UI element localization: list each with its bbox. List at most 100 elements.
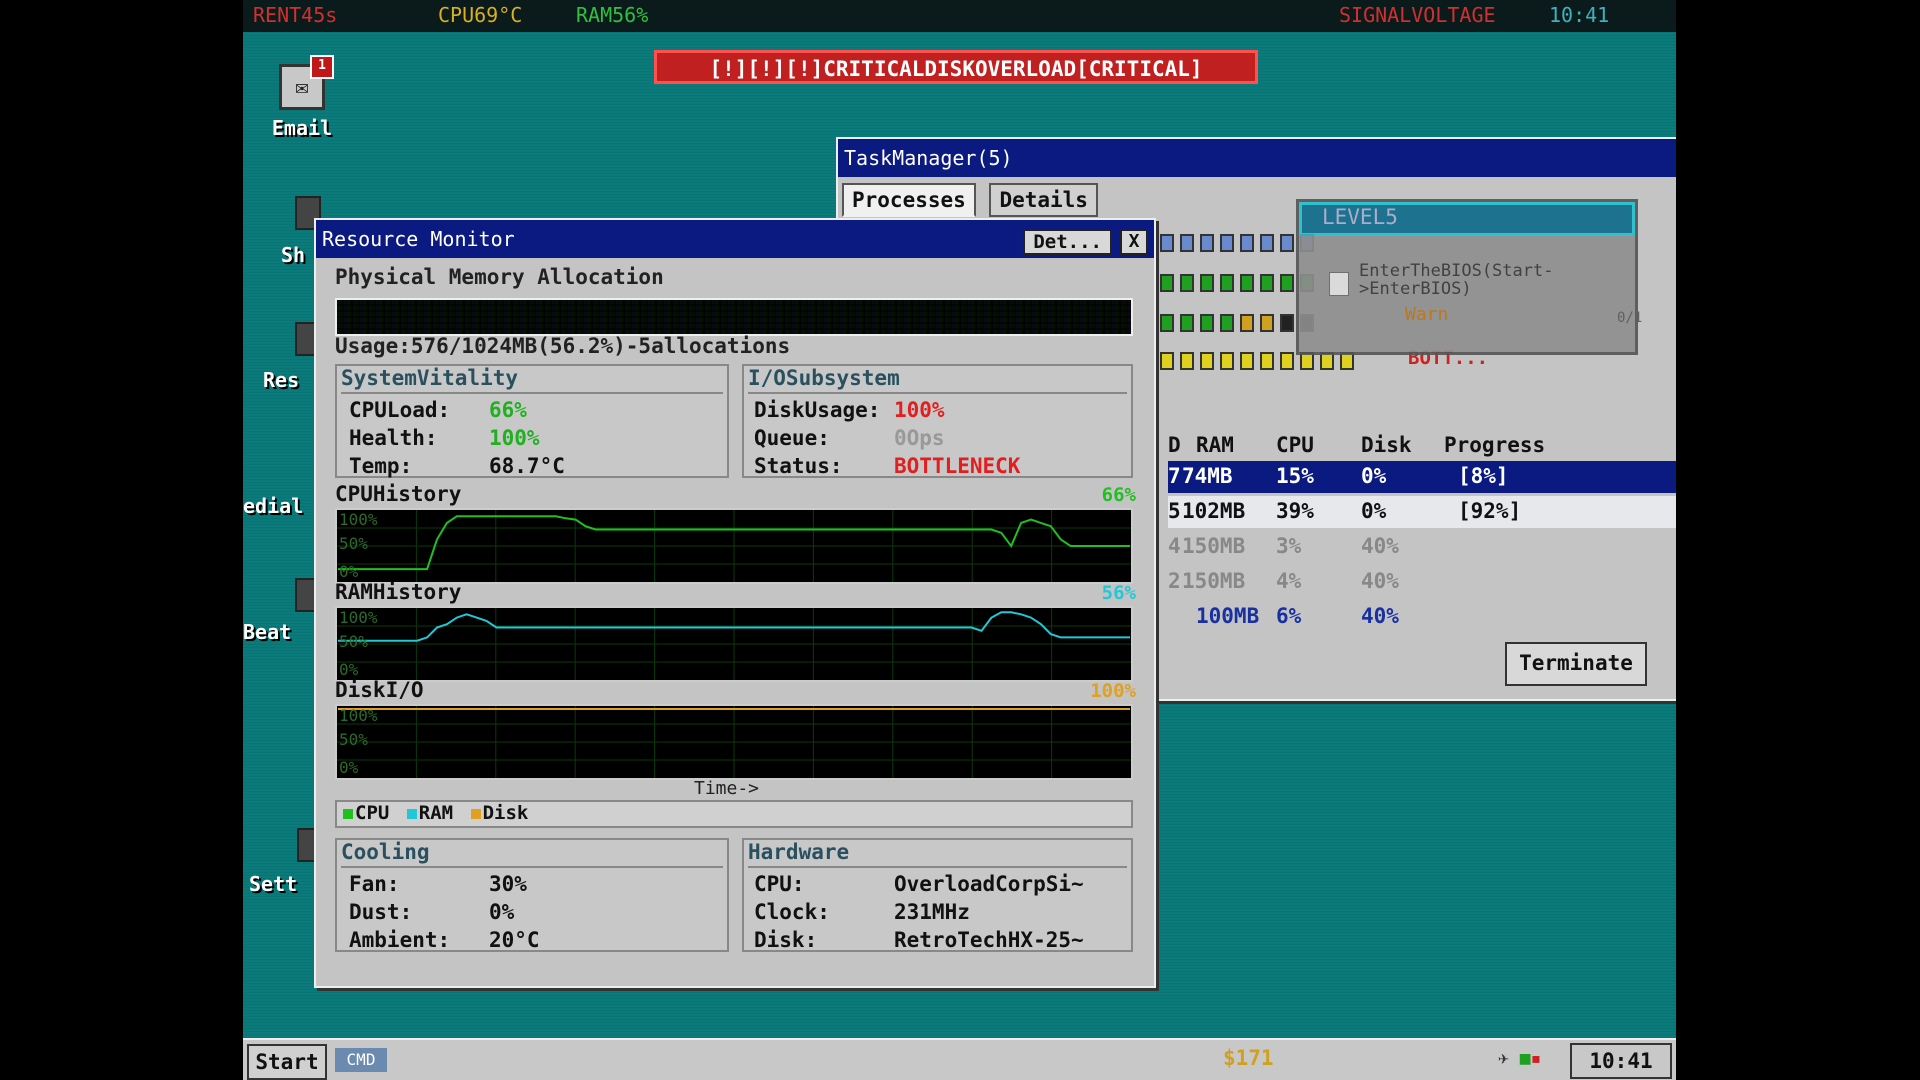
cmd-button[interactable]: CMD (335, 1048, 387, 1072)
taskbar-clock: 10:41 (1570, 1043, 1672, 1079)
cell-disk: 0% (1361, 464, 1387, 488)
cell-ram: 100MB (1196, 604, 1260, 628)
status-label: Status: (754, 454, 843, 478)
status-red-icon: ▪ (1530, 1048, 1542, 1069)
cell-cpu: 15% (1276, 464, 1314, 488)
axis-label: 0% (339, 758, 359, 777)
disk-usage-value: 100% (894, 398, 945, 422)
column-header[interactable]: Disk (1361, 433, 1412, 457)
details-button[interactable]: Det... (1023, 229, 1112, 255)
queue-value: 0Ops (894, 426, 945, 450)
disk-io-value: 100% (1090, 680, 1136, 702)
document-icon (1329, 272, 1349, 296)
tab-details[interactable]: Details (989, 183, 1098, 217)
panel-title: Cooling (341, 840, 430, 864)
cell-id: 2 (1168, 569, 1181, 593)
desktop: RENT45s CPU69°C RAM56% SIGNALVOLTAGE 10:… (243, 0, 1676, 1080)
column-header[interactable]: CPU (1276, 433, 1314, 457)
panel-title: I/OSubsystem (748, 366, 900, 390)
tab-processes[interactable]: Processes (842, 183, 976, 217)
column-header[interactable]: Progress (1444, 433, 1545, 457)
status-value: BOTTLENECK (894, 454, 1021, 478)
desktop-icon-label[interactable]: Res (263, 368, 299, 392)
cell-disk: 40% (1361, 604, 1399, 628)
start-button[interactable]: Start (247, 1044, 327, 1080)
ram-history-plot (337, 608, 1131, 680)
table-row[interactable]: 2 150MB 4% 40% (1168, 566, 1676, 598)
taskbar: Start CMD $171 ✈ ■▪ 10:41 (243, 1038, 1676, 1080)
cell-cpu: 4% (1276, 569, 1302, 593)
hw-cpu-value: OverloadCorpSi~ (894, 872, 1084, 896)
cell-cpu: 39% (1276, 499, 1314, 523)
fan-label: Fan: (349, 872, 400, 896)
cell-progress: [92%] (1458, 499, 1522, 523)
cpu-history-title: CPUHistory (335, 482, 462, 506)
hw-disk-value: RetroTechHX-25~ (894, 928, 1084, 952)
desktop-icon-label[interactable]: Sett (249, 872, 297, 896)
hw-clock-value: 231MHz (894, 900, 970, 924)
disk-io-plot (337, 706, 1131, 778)
resource-monitor-titlebar[interactable]: Resource Monitor Det... X (316, 220, 1154, 258)
cpu-history-value: 66% (1101, 484, 1136, 506)
ram-history-chart: 100% 50% 0% (335, 606, 1133, 682)
ambient-label: Ambient: (349, 928, 451, 952)
cell-disk: 0% (1361, 499, 1387, 523)
cell-id: 5 (1168, 499, 1181, 523)
resource-monitor-window[interactable]: Resource Monitor Det... X Physical Memor… (314, 218, 1156, 988)
fan-value: 30% (489, 872, 527, 896)
ram-history-title: RAMHistory (335, 580, 462, 604)
critical-alert-banner: [!][!][!]CRITICALDISKOVERLOAD[CRITICAL] (654, 50, 1258, 84)
system-vitality-panel: SystemVitality CPULoad: 66% Health: 100%… (335, 364, 729, 478)
tray-icons: ✈ ■▪ (1498, 1048, 1541, 1069)
table-row[interactable]: 5 102MB 39% 0% [92%] (1168, 496, 1676, 528)
desktop-icon-email[interactable]: ✉ 1 Email (267, 55, 337, 140)
cpu-temp: CPU69°C (438, 3, 523, 27)
terminate-button[interactable]: Terminate (1505, 642, 1647, 686)
chart-legend: CPU RAM Disk (335, 800, 1133, 828)
level-objective-panel: LEVEL5 EnterTheBIOS(Start->EnterBIOS) Wa… (1296, 199, 1642, 355)
network-icon[interactable]: ✈ (1498, 1048, 1509, 1069)
time-axis-label: Time-> (694, 778, 760, 799)
tab-bar: Processes Details (842, 183, 1102, 217)
cpu-history-chart: 100% 50% 0% (335, 508, 1133, 584)
cell-ram: 102MB (1182, 499, 1246, 523)
ram-usage: RAM56% (576, 3, 649, 27)
level-warning: Warn (1405, 304, 1449, 325)
axis-label: 50% (339, 534, 368, 553)
cell-disk: 40% (1361, 569, 1399, 593)
table-row[interactable]: 7 74MB 15% 0% [8%] (1168, 461, 1676, 493)
cell-id: 7 (1168, 464, 1181, 488)
ram-history-value: 56% (1101, 582, 1136, 604)
resource-monitor-title: Resource Monitor (322, 227, 515, 251)
table-row[interactable]: 4 150MB 3% 40% (1168, 531, 1676, 563)
hardware-panel: Hardware CPU: OverloadCorpSi~ Clock: 231… (742, 838, 1133, 952)
axis-label: 100% (339, 706, 378, 725)
memory-allocation-bar (335, 298, 1133, 336)
unread-badge: 1 (310, 55, 334, 79)
cooling-panel: Cooling Fan: 30% Dust: 0% Ambient: 20°C (335, 838, 729, 952)
status-bar: RENT45s CPU69°C RAM56% SIGNALVOLTAGE 10:… (243, 0, 1676, 32)
task-manager-title[interactable]: TaskManager(5) (838, 139, 1676, 177)
panel-title: Hardware (748, 840, 850, 864)
health-value: 100% (489, 426, 540, 450)
level-task: EnterTheBIOS(Start->EnterBIOS) (1359, 261, 1554, 299)
column-header[interactable]: RAM (1196, 433, 1234, 457)
desktop-icon-label[interactable]: Beat (243, 620, 291, 644)
queue-label: Queue: (754, 426, 830, 450)
disk-io-chart: 100% 50% 0% (335, 704, 1133, 780)
status-green-icon: ■ (1519, 1048, 1531, 1069)
column-header[interactable]: D (1168, 433, 1181, 457)
cell-ram: 74MB (1182, 464, 1233, 488)
desktop-icon-label[interactable]: Sh (281, 243, 305, 267)
table-row[interactable]: 100MB 6% 40% (1168, 601, 1676, 633)
close-button[interactable]: X (1120, 229, 1148, 255)
level-title: LEVEL5 (1299, 202, 1635, 236)
legend-disk: Disk (470, 802, 528, 824)
cell-progress: [8%] (1458, 464, 1509, 488)
desktop-icon-label[interactable]: edial (243, 494, 303, 518)
signal-voltage: SIGNALVOLTAGE (1339, 3, 1496, 27)
axis-label: 50% (339, 730, 368, 749)
cell-ram: 150MB (1182, 534, 1246, 558)
memory-heading: Physical Memory Allocation (335, 265, 664, 289)
cell-cpu: 3% (1276, 534, 1302, 558)
